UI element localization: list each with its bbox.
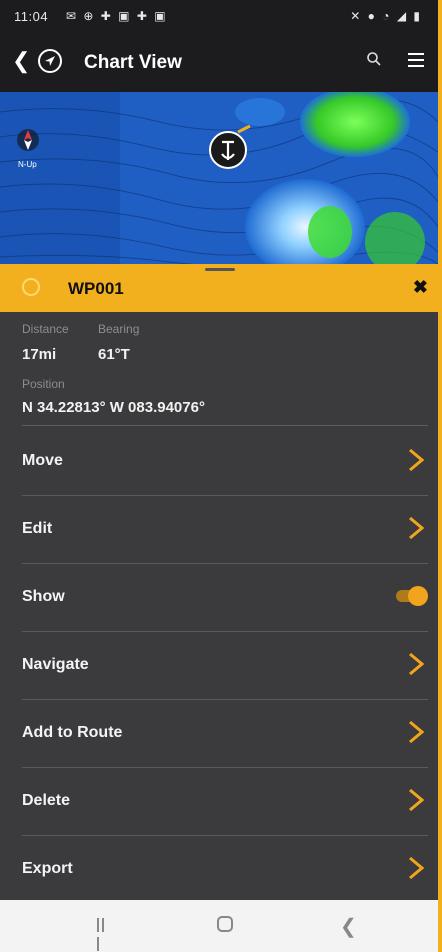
back-chevron-icon[interactable]: ❮ [12, 50, 30, 72]
menu-item-label: Export [22, 860, 73, 877]
waypoint-info: Distance Bearing 17mi 61°T Position N 34… [0, 312, 438, 428]
action-list: Move Edit Show Navigate Add to Route Del… [0, 428, 438, 903]
toggle-knob [408, 586, 428, 606]
page-title: Chart View [84, 52, 182, 73]
system-nav-bar: ❮ [0, 900, 438, 952]
chevron-right-icon [409, 652, 425, 676]
bearing-value: 61°T [98, 346, 130, 363]
menu-item-export[interactable]: Export [22, 836, 428, 903]
position-value: N 34.22813° W 083.94076° [22, 399, 205, 416]
waypoint-header[interactable]: WP001 ✖ [0, 264, 438, 312]
menu-item-label: Navigate [22, 656, 89, 673]
distance-value: 17mi [22, 346, 57, 363]
recent-apps-icon[interactable] [97, 918, 111, 951]
menu-item-move[interactable]: Move [22, 428, 428, 496]
status-time: 11:04 [14, 9, 49, 24]
waypoint-name: WP001 [68, 279, 124, 298]
menu-item-edit[interactable]: Edit [22, 496, 428, 564]
home-icon[interactable] [217, 916, 233, 932]
menu-item-label: Show [22, 588, 65, 605]
position-label: Position [22, 377, 65, 391]
chevron-right-icon [409, 448, 425, 472]
bearing-label: Bearing [98, 322, 140, 336]
divider [22, 425, 428, 426]
notification-icons: ✉ ⊕ ✚ ▣ ✚ ▣ [66, 9, 168, 23]
menu-item-delete[interactable]: Delete [22, 768, 428, 836]
menu-item-label: Add to Route [22, 724, 123, 741]
chevron-right-icon [409, 856, 425, 880]
search-icon[interactable] [366, 51, 382, 72]
back-icon[interactable]: ❮ [340, 914, 357, 939]
menu-item-add-to-route[interactable]: Add to Route [22, 700, 428, 768]
chevron-right-icon [409, 720, 425, 744]
app-header: ❮ Chart View [0, 34, 438, 92]
chevron-right-icon [409, 516, 425, 540]
waypoint-circle-icon [22, 278, 40, 296]
status-bar: 11:04 ✉ ⊕ ✚ ▣ ✚ ▣ ✕ ● ◔ ◢ ▮ [0, 0, 438, 34]
menu-item-label: Delete [22, 792, 71, 809]
menu-item-label: Move [22, 452, 63, 469]
map-north-label: N-Up [18, 160, 37, 169]
chevron-right-icon [409, 788, 425, 812]
menu-item-navigate[interactable]: Navigate [22, 632, 428, 700]
distance-label: Distance [22, 322, 69, 336]
chart-map[interactable]: N-Up [0, 92, 438, 264]
menu-icon[interactable] [408, 53, 424, 71]
menu-item-show: Show [22, 564, 428, 632]
navigation-compass-icon[interactable] [38, 49, 62, 73]
system-icons: ✕ ● ◔ ◢ ▮ [350, 9, 422, 23]
menu-item-label: Edit [22, 520, 53, 537]
show-toggle[interactable] [396, 586, 428, 606]
app-frame: 11:04 ✉ ⊕ ✚ ▣ ✚ ▣ ✕ ● ◔ ◢ ▮ ❮ Chart View [0, 0, 442, 952]
drag-handle[interactable] [205, 268, 235, 271]
close-icon[interactable]: ✖ [413, 277, 428, 298]
